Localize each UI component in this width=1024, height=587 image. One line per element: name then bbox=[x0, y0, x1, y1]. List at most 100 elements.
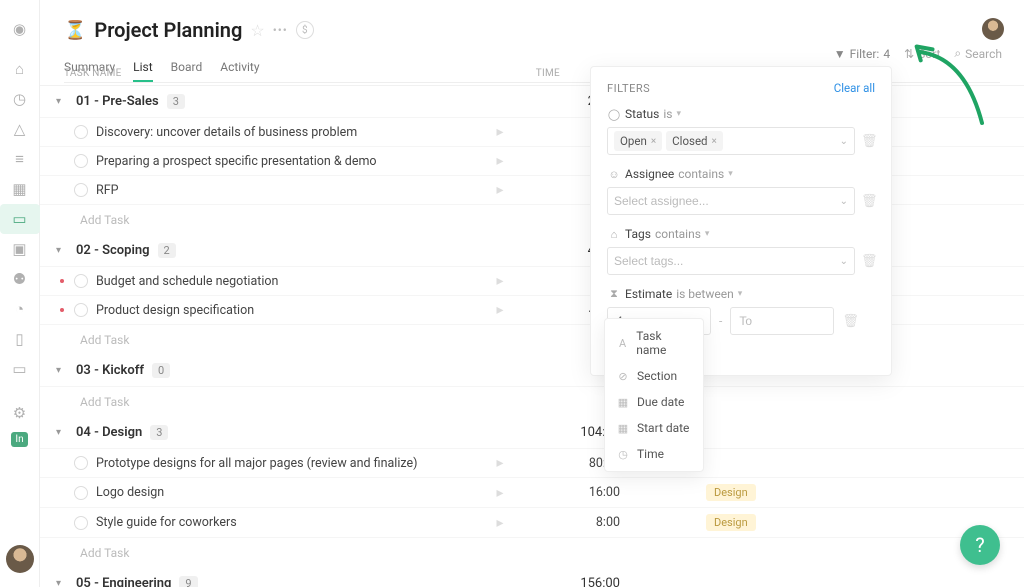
filter-icon: ▼ bbox=[834, 47, 846, 61]
gear-icon[interactable]: ⚙ bbox=[0, 398, 40, 428]
section-name: 02 - Scoping bbox=[76, 243, 150, 258]
calendar-icon: ▦ bbox=[617, 396, 629, 409]
task-checkbox[interactable] bbox=[74, 183, 88, 197]
section-caret-icon[interactable]: ▾ bbox=[56, 427, 68, 438]
task-checkbox[interactable] bbox=[74, 125, 88, 139]
page-title: Project Planning bbox=[94, 18, 242, 42]
trash-icon[interactable]: 🗑 bbox=[861, 254, 875, 269]
sort-button[interactable]: ⇅ Sort bbox=[904, 47, 940, 61]
more-menu-icon[interactable]: ••• bbox=[273, 23, 288, 37]
status-filter-box[interactable]: Open× Closed× ⌄ bbox=[607, 127, 855, 155]
assignee-op[interactable]: contains bbox=[678, 167, 724, 181]
assignee-input[interactable] bbox=[614, 194, 836, 208]
play-icon[interactable]: ▸ bbox=[490, 302, 510, 318]
section-icon: ⊘ bbox=[617, 370, 629, 383]
chevron-down-icon: ▾ bbox=[728, 169, 733, 179]
bell-icon[interactable]: △ bbox=[0, 114, 40, 144]
section-name: 04 - Design bbox=[76, 425, 142, 440]
tags-input[interactable] bbox=[614, 254, 836, 268]
trash-icon[interactable]: 🗑 bbox=[861, 194, 875, 209]
trash-icon[interactable]: 🗑 bbox=[861, 134, 875, 149]
play-icon[interactable]: ▸ bbox=[490, 124, 510, 140]
chevron-down-icon: ⌄ bbox=[840, 136, 848, 147]
task-row[interactable]: Prototype designs for all major pages (r… bbox=[40, 448, 1024, 477]
play-icon[interactable]: ▸ bbox=[490, 153, 510, 169]
section-caret-icon[interactable]: ▾ bbox=[56, 96, 68, 107]
help-button[interactable]: ? bbox=[960, 525, 1000, 565]
app-logo-icon[interactable]: ◉ bbox=[0, 14, 40, 44]
section-caret-icon[interactable]: ▾ bbox=[56, 245, 68, 256]
menu-item-section[interactable]: ⊘Section bbox=[605, 363, 703, 389]
range-dash: - bbox=[719, 314, 722, 328]
dollar-badge[interactable]: $ bbox=[296, 21, 314, 39]
clear-all-link[interactable]: Clear all bbox=[834, 81, 875, 95]
play-icon[interactable]: ▸ bbox=[490, 485, 510, 501]
clock-icon[interactable]: ◷ bbox=[0, 84, 40, 114]
star-icon[interactable]: ☆ bbox=[250, 21, 264, 40]
add-task-button[interactable]: Add Task bbox=[40, 537, 1024, 568]
user-avatar[interactable] bbox=[6, 545, 34, 573]
chip-open: Open× bbox=[614, 131, 662, 151]
briefcase-icon[interactable]: ▭ bbox=[0, 204, 40, 234]
task-checkbox[interactable] bbox=[74, 154, 88, 168]
task-checkbox[interactable] bbox=[74, 274, 88, 288]
play-icon[interactable]: ▸ bbox=[490, 515, 510, 531]
col-time: TIME bbox=[510, 68, 570, 79]
search-button[interactable]: ⌕ Search bbox=[954, 46, 1002, 61]
doc-icon[interactable]: ▯ bbox=[0, 324, 40, 354]
add-task-button[interactable]: Add Task bbox=[40, 386, 1024, 417]
status-op[interactable]: is bbox=[663, 107, 672, 121]
left-rail: ◉ ⌂ ◷ △ ≡ ▦ ▭ ▣ ⚉ ◔ ▯ ▭ ⚙ In bbox=[0, 0, 40, 587]
task-checkbox[interactable] bbox=[74, 516, 88, 530]
time-icon[interactable]: ◔ bbox=[0, 294, 40, 324]
files-icon[interactable]: ▣ bbox=[0, 234, 40, 264]
assignee-filter-box[interactable]: ⌄ bbox=[607, 187, 855, 215]
task-checkbox[interactable] bbox=[74, 456, 88, 470]
menu-item-time[interactable]: ◷Time bbox=[605, 441, 703, 467]
play-icon[interactable]: ▸ bbox=[490, 273, 510, 289]
task-name: Budget and schedule negotiation bbox=[96, 274, 490, 289]
chevron-down-icon: ⌄ bbox=[840, 256, 848, 267]
add-filters-menu: ATask name ⊘Section ▦Due date ▦Start dat… bbox=[604, 318, 704, 472]
tags-filter-box[interactable]: ⌄ bbox=[607, 247, 855, 275]
section-row[interactable]: ▾ 05 - Engineering 9 156:00 bbox=[40, 568, 1024, 587]
section-count: 3 bbox=[150, 425, 168, 440]
tag-chip[interactable]: Design bbox=[706, 514, 756, 531]
task-checkbox[interactable] bbox=[74, 486, 88, 500]
tags-label: Tags bbox=[625, 227, 651, 241]
section-caret-icon[interactable]: ▾ bbox=[56, 578, 68, 587]
account-avatar[interactable] bbox=[982, 18, 1004, 40]
estimate-op[interactable]: is between bbox=[676, 287, 734, 301]
section-caret-icon[interactable]: ▾ bbox=[56, 365, 68, 376]
sort-icon: ⇅ bbox=[904, 47, 914, 61]
assignee-icon: ☺ bbox=[607, 168, 621, 181]
task-name: Preparing a prospect specific presentati… bbox=[96, 154, 490, 169]
section-row[interactable]: ▾ 04 - Design 3 104:00 bbox=[40, 417, 1024, 448]
assignee-label: Assignee bbox=[625, 167, 674, 181]
play-icon[interactable]: ▸ bbox=[490, 182, 510, 198]
estimate-to-input[interactable] bbox=[730, 307, 834, 335]
in-badge[interactable]: In bbox=[11, 432, 27, 447]
list-icon[interactable]: ≡ bbox=[0, 144, 40, 174]
estimate-icon: ⧗ bbox=[607, 287, 621, 301]
remove-chip-icon[interactable]: × bbox=[651, 136, 656, 147]
tag-chip[interactable]: Design bbox=[706, 484, 756, 501]
trash-icon[interactable]: 🗑 bbox=[842, 314, 856, 329]
menu-item-start-date[interactable]: ▦Start date bbox=[605, 415, 703, 441]
people-icon[interactable]: ⚉ bbox=[0, 264, 40, 294]
remove-chip-icon[interactable]: × bbox=[712, 136, 717, 147]
menu-item-due-date[interactable]: ▦Due date bbox=[605, 389, 703, 415]
task-row[interactable]: Logo design ▸ 16:00 Design bbox=[40, 477, 1024, 507]
task-checkbox[interactable] bbox=[74, 303, 88, 317]
home-icon[interactable]: ⌂ bbox=[0, 54, 40, 84]
task-row[interactable]: Style guide for coworkers ▸ 8:00 Design bbox=[40, 507, 1024, 537]
sort-label: Sort bbox=[918, 47, 940, 61]
calendar-icon[interactable]: ▦ bbox=[0, 174, 40, 204]
text-icon: A bbox=[617, 337, 628, 350]
wallet-icon[interactable]: ▭ bbox=[0, 354, 40, 384]
play-icon[interactable]: ▸ bbox=[490, 455, 510, 471]
chevron-down-icon: ▾ bbox=[705, 229, 710, 239]
filter-button[interactable]: ▼ Filter: 4 bbox=[834, 47, 890, 61]
tags-op[interactable]: contains bbox=[655, 227, 701, 241]
menu-item-task-name[interactable]: ATask name bbox=[605, 323, 703, 363]
